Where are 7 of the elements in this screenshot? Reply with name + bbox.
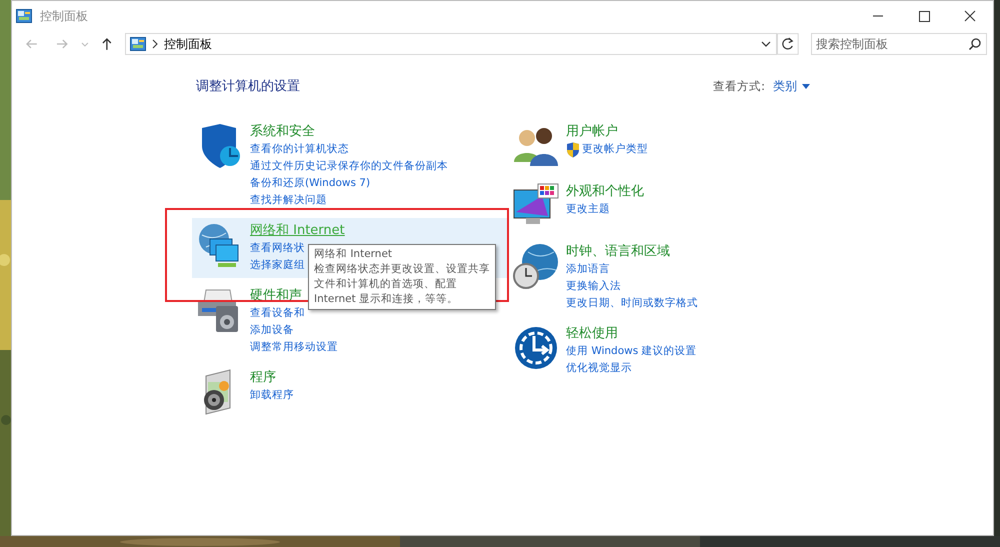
view-by-label: 查看方式: — [713, 78, 765, 94]
tooltip-text: 文件和计算机的首选项、配置 — [314, 277, 458, 292]
tooltip-text: 检查网络状态并更改设置、设置共享 — [314, 262, 490, 277]
tooltip-text: Internet 显示和连接，等等。 — [314, 292, 460, 307]
window-title: 控制面板 — [40, 8, 88, 24]
tooltip-title: 网络和 Internet — [314, 247, 394, 262]
page-heading: 调整计算机的设置 — [196, 78, 300, 95]
